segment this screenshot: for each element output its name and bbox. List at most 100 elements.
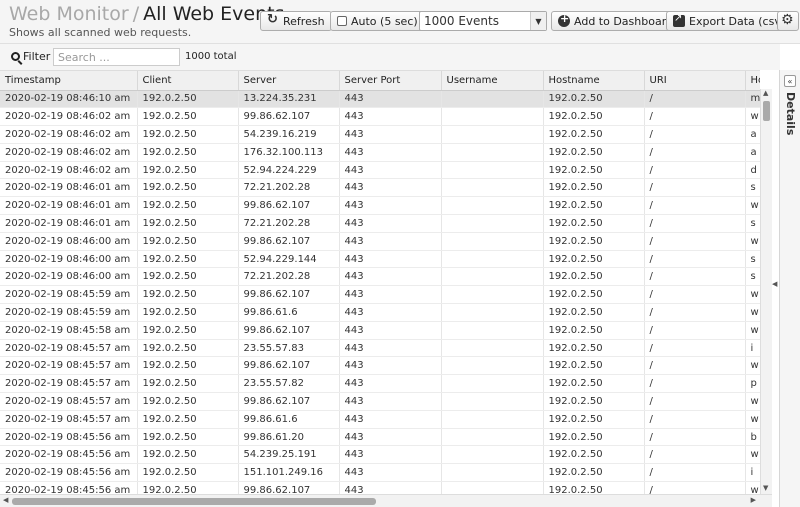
cell-timestamp: 2020-02-19 08:46:01 am bbox=[0, 214, 138, 233]
table-row[interactable]: 2020-02-19 08:45:56 am 192.0.2.50 99.86.61… bbox=[0, 428, 760, 447]
cell-hostname: 192.0.2.50 bbox=[543, 481, 645, 494]
cell-timestamp: 2020-02-19 08:46:00 am bbox=[0, 267, 138, 287]
scroll-up-icon[interactable]: ▲ bbox=[763, 89, 768, 97]
cell-username bbox=[441, 143, 544, 162]
export-csv-button[interactable]: Export Data (csv) bbox=[666, 11, 793, 31]
cell-host: a bbox=[745, 125, 760, 144]
cell-username bbox=[441, 428, 544, 447]
search-input[interactable] bbox=[53, 48, 180, 66]
refresh-button[interactable]: Refresh bbox=[260, 11, 332, 31]
table-row[interactable]: 2020-02-19 08:45:56 am 192.0.2.50 54.239.2… bbox=[0, 445, 760, 465]
expand-panel-icon[interactable]: « bbox=[784, 75, 796, 87]
export-csv-label: Export Data (csv) bbox=[689, 14, 786, 28]
cell-host: m bbox=[745, 90, 760, 109]
table-row[interactable]: 2020-02-19 08:45:59 am 192.0.2.50 99.86.62… bbox=[0, 285, 760, 305]
cell-username bbox=[441, 90, 544, 109]
vertical-scrollbar[interactable]: ▲ ▼ bbox=[760, 89, 772, 494]
events-count-select[interactable]: 1000 Events ▼ bbox=[419, 11, 547, 31]
cell-timestamp: 2020-02-19 08:45:58 am bbox=[0, 321, 138, 340]
cell-uri: / bbox=[644, 107, 746, 127]
checkbox-icon[interactable] bbox=[337, 16, 347, 26]
table-row[interactable]: 2020-02-19 08:46:02 am 192.0.2.50 52.94.22… bbox=[0, 161, 760, 180]
cell-hostname: 192.0.2.50 bbox=[543, 445, 645, 465]
cell-host: w bbox=[745, 392, 760, 411]
table-row[interactable]: 2020-02-19 08:46:02 am 192.0.2.50 99.86.62… bbox=[0, 107, 760, 127]
cell-server-port: 443 bbox=[339, 250, 442, 269]
cell-username bbox=[441, 339, 544, 358]
table-row[interactable]: 2020-02-19 08:46:02 am 192.0.2.50 54.239.1… bbox=[0, 125, 760, 144]
add-to-dashboard-button[interactable]: Add to Dashboard bbox=[551, 11, 681, 31]
table-row[interactable]: 2020-02-19 08:45:56 am 192.0.2.50 99.86.62… bbox=[0, 481, 760, 494]
auto-refresh-label: Auto (5 sec) bbox=[351, 14, 418, 28]
table-row[interactable]: 2020-02-19 08:45:58 am 192.0.2.50 99.86.62… bbox=[0, 321, 760, 340]
cell-client: 192.0.2.50 bbox=[137, 392, 239, 411]
page-header: Web Monitor / All Web Events Shows all sca… bbox=[0, 0, 800, 44]
column-header-username[interactable]: Username bbox=[441, 71, 544, 91]
cell-timestamp: 2020-02-19 08:46:02 am bbox=[0, 125, 138, 144]
table-row[interactable]: 2020-02-19 08:46:00 am 192.0.2.50 52.94.22… bbox=[0, 250, 760, 269]
cell-username bbox=[441, 107, 544, 127]
refresh-label: Refresh bbox=[283, 14, 325, 28]
cell-host: w bbox=[745, 410, 760, 429]
table-row[interactable]: 2020-02-19 08:46:01 am 192.0.2.50 72.21.20… bbox=[0, 214, 760, 233]
cell-username bbox=[441, 356, 544, 376]
table-row[interactable]: 2020-02-19 08:46:10 am 192.0.2.50 13.224.3… bbox=[0, 90, 760, 109]
table-row[interactable]: 2020-02-19 08:45:59 am 192.0.2.50 99.86.61… bbox=[0, 303, 760, 322]
cell-uri: / bbox=[644, 214, 746, 233]
cell-client: 192.0.2.50 bbox=[137, 90, 239, 109]
column-header-server[interactable]: Server bbox=[238, 71, 340, 91]
cell-server-port: 443 bbox=[339, 267, 442, 287]
table-row[interactable]: 2020-02-19 08:46:01 am 192.0.2.50 72.21.20… bbox=[0, 178, 760, 198]
cell-username bbox=[441, 250, 544, 269]
events-grid: Timestamp Client Server Server Port Username… bbox=[0, 70, 760, 494]
cell-timestamp: 2020-02-19 08:45:56 am bbox=[0, 445, 138, 465]
cell-server-port: 443 bbox=[339, 303, 442, 322]
table-row[interactable]: 2020-02-19 08:46:00 am 192.0.2.50 99.86.62… bbox=[0, 232, 760, 251]
table-row[interactable]: 2020-02-19 08:45:57 am 192.0.2.50 23.55.57… bbox=[0, 374, 760, 394]
column-header-hostname[interactable]: Hostname bbox=[543, 71, 645, 91]
cell-client: 192.0.2.50 bbox=[137, 321, 239, 340]
column-header-client[interactable]: Client bbox=[137, 71, 239, 91]
cell-timestamp: 2020-02-19 08:45:57 am bbox=[0, 410, 138, 429]
table-row[interactable]: 2020-02-19 08:45:57 am 192.0.2.50 99.86.61… bbox=[0, 410, 760, 429]
cell-host: w bbox=[745, 232, 760, 251]
cell-server: 72.21.202.28 bbox=[238, 178, 340, 198]
cell-username bbox=[441, 303, 544, 322]
breadcrumb-web-monitor[interactable]: Web Monitor bbox=[9, 3, 129, 25]
table-row[interactable]: 2020-02-19 08:45:56 am 192.0.2.50 151.101.… bbox=[0, 463, 760, 483]
column-header-server-port[interactable]: Server Port bbox=[339, 71, 442, 91]
table-row[interactable]: 2020-02-19 08:45:57 am 192.0.2.50 99.86.62… bbox=[0, 392, 760, 411]
cell-server: 52.94.229.144 bbox=[238, 250, 340, 269]
horizontal-scroll-thumb[interactable] bbox=[12, 498, 376, 505]
column-header-timestamp[interactable]: Timestamp bbox=[0, 71, 138, 91]
collapse-handle-icon[interactable]: ◀ bbox=[772, 280, 779, 294]
cell-server-port: 443 bbox=[339, 90, 442, 109]
column-header-uri[interactable]: URI bbox=[644, 71, 746, 91]
scroll-down-icon[interactable]: ▼ bbox=[763, 484, 768, 492]
horizontal-scrollbar[interactable]: ◀ ▶ bbox=[0, 494, 772, 507]
cell-hostname: 192.0.2.50 bbox=[543, 178, 645, 198]
cell-timestamp: 2020-02-19 08:45:59 am bbox=[0, 285, 138, 305]
scroll-left-icon[interactable]: ◀ bbox=[3, 496, 8, 504]
table-header-row: Timestamp Client Server Server Port Username… bbox=[0, 71, 760, 91]
table-row[interactable]: 2020-02-19 08:46:00 am 192.0.2.50 72.21.20… bbox=[0, 267, 760, 287]
cell-username bbox=[441, 285, 544, 305]
table-row[interactable]: 2020-02-19 08:45:57 am 192.0.2.50 99.86.62… bbox=[0, 356, 760, 376]
cell-client: 192.0.2.50 bbox=[137, 214, 239, 233]
cell-client: 192.0.2.50 bbox=[137, 463, 239, 483]
plus-circle-icon bbox=[558, 12, 570, 27]
details-panel[interactable]: « Details bbox=[779, 70, 800, 507]
settings-button[interactable] bbox=[777, 11, 799, 31]
column-header-host[interactable]: Host bbox=[745, 71, 760, 91]
table-row[interactable]: 2020-02-19 08:45:57 am 192.0.2.50 23.55.57… bbox=[0, 339, 760, 358]
chevron-down-icon[interactable]: ▼ bbox=[530, 12, 546, 30]
cell-client: 192.0.2.50 bbox=[137, 445, 239, 465]
cell-uri: / bbox=[644, 410, 746, 429]
cell-username bbox=[441, 463, 544, 483]
scroll-right-icon[interactable]: ▶ bbox=[751, 496, 756, 504]
table-row[interactable]: 2020-02-19 08:46:01 am 192.0.2.50 99.86.62… bbox=[0, 196, 760, 216]
table-row[interactable]: 2020-02-19 08:46:02 am 192.0.2.50 176.32.1… bbox=[0, 143, 760, 162]
cell-server-port: 443 bbox=[339, 161, 442, 180]
vertical-scroll-thumb[interactable] bbox=[763, 101, 770, 121]
auto-refresh-toggle[interactable]: Auto (5 sec) bbox=[330, 11, 425, 31]
